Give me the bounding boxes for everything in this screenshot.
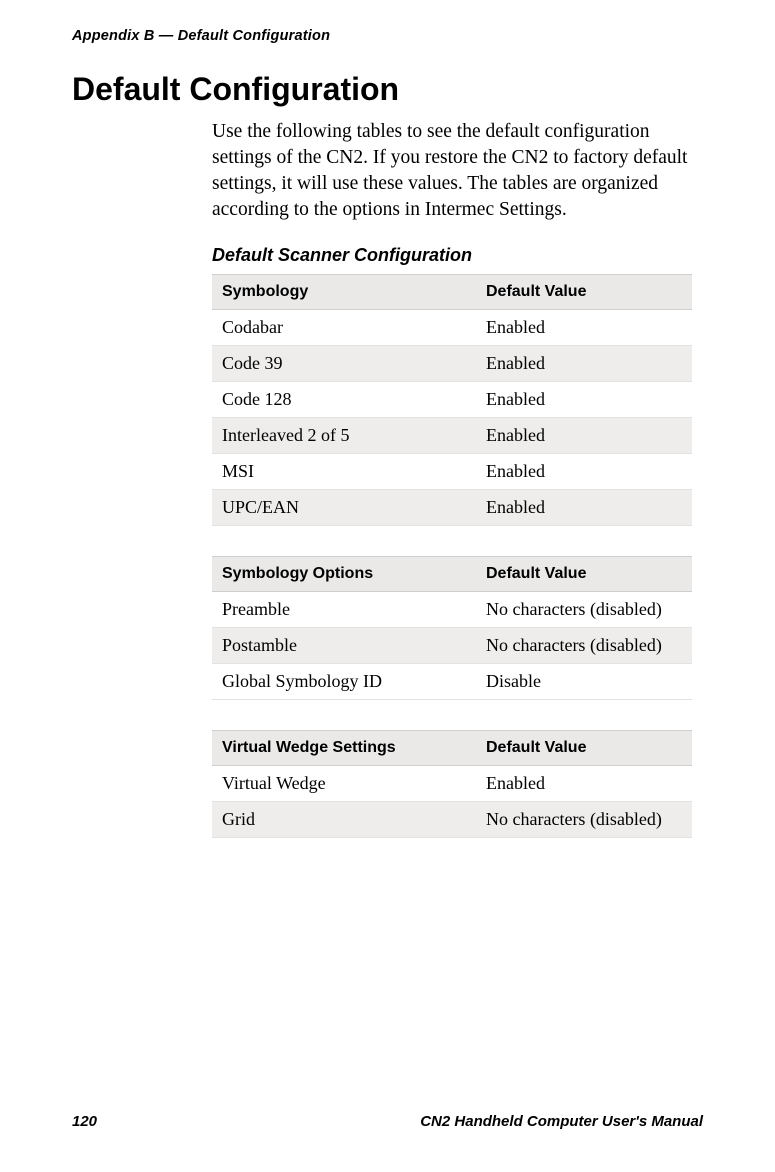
table-row: Virtual Wedge Enabled — [212, 765, 692, 801]
manual-title: CN2 Handheld Computer User's Manual — [420, 1113, 703, 1130]
page-title: Default Configuration — [72, 72, 703, 107]
col-header: Virtual Wedge Settings — [212, 730, 476, 765]
page-footer: 120 CN2 Handheld Computer User's Manual — [72, 1113, 703, 1130]
table-header-row: Symbology Default Value — [212, 274, 692, 309]
cell: Enabled — [476, 381, 692, 417]
intro-paragraph: Use the following tables to see the defa… — [212, 119, 703, 223]
table-row: Interleaved 2 of 5 Enabled — [212, 417, 692, 453]
body-content: Use the following tables to see the defa… — [212, 119, 703, 838]
cell: UPC/EAN — [212, 489, 476, 525]
cell: MSI — [212, 453, 476, 489]
cell: No characters (disabled) — [476, 801, 692, 837]
table-virtual-wedge: Virtual Wedge Settings Default Value Vir… — [212, 730, 692, 838]
cell: Enabled — [476, 453, 692, 489]
running-head: Appendix B — Default Configuration — [72, 28, 703, 44]
cell: Postamble — [212, 627, 476, 663]
table-row: Postamble No characters (disabled) — [212, 627, 692, 663]
cell: Grid — [212, 801, 476, 837]
table-row: Codabar Enabled — [212, 309, 692, 345]
cell: Code 39 — [212, 345, 476, 381]
cell: Enabled — [476, 345, 692, 381]
cell: Enabled — [476, 417, 692, 453]
col-header: Default Value — [476, 556, 692, 591]
col-header: Symbology — [212, 274, 476, 309]
cell: Global Symbology ID — [212, 663, 476, 699]
table-row: Code 128 Enabled — [212, 381, 692, 417]
table-row: UPC/EAN Enabled — [212, 489, 692, 525]
cell: Interleaved 2 of 5 — [212, 417, 476, 453]
page-number: 120 — [72, 1113, 97, 1130]
col-header: Default Value — [476, 730, 692, 765]
page: Appendix B — Default Configuration Defau… — [0, 0, 775, 1172]
table-row: Preamble No characters (disabled) — [212, 591, 692, 627]
table-row: Code 39 Enabled — [212, 345, 692, 381]
cell: Codabar — [212, 309, 476, 345]
cell: Preamble — [212, 591, 476, 627]
table-header-row: Virtual Wedge Settings Default Value — [212, 730, 692, 765]
cell: No characters (disabled) — [476, 591, 692, 627]
col-header: Default Value — [476, 274, 692, 309]
col-header: Symbology Options — [212, 556, 476, 591]
section-title-scanner: Default Scanner Configuration — [212, 245, 703, 266]
table-header-row: Symbology Options Default Value — [212, 556, 692, 591]
cell: Enabled — [476, 765, 692, 801]
cell: Disable — [476, 663, 692, 699]
cell: No characters (disabled) — [476, 627, 692, 663]
cell: Enabled — [476, 309, 692, 345]
cell: Virtual Wedge — [212, 765, 476, 801]
table-symbology: Symbology Default Value Codabar Enabled … — [212, 274, 692, 526]
table-row: MSI Enabled — [212, 453, 692, 489]
table-row: Global Symbology ID Disable — [212, 663, 692, 699]
table-row: Grid No characters (disabled) — [212, 801, 692, 837]
cell: Code 128 — [212, 381, 476, 417]
table-symbology-options: Symbology Options Default Value Preamble… — [212, 556, 692, 700]
cell: Enabled — [476, 489, 692, 525]
